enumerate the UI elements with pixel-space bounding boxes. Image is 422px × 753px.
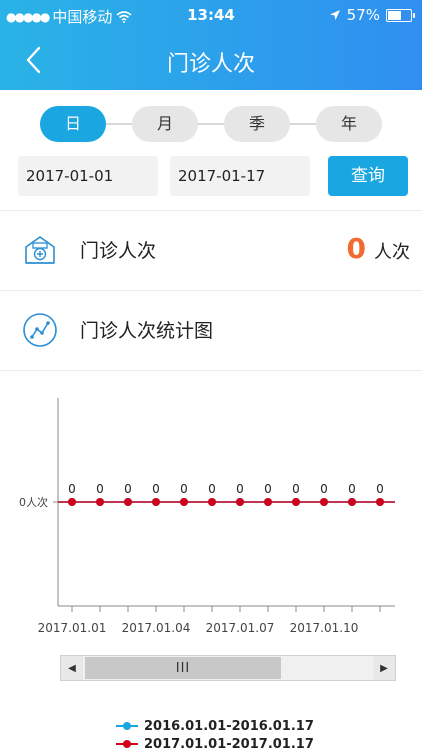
divider [0, 370, 422, 371]
x-tick-label: 2017.01.01 [38, 621, 107, 635]
data-label: 0 [264, 482, 272, 496]
tab-year[interactable]: 年 [316, 106, 382, 142]
summary-value: 0 [346, 232, 366, 265]
legend-marker [116, 739, 138, 749]
tab-day[interactable]: 日 [40, 106, 106, 142]
data-point [68, 498, 76, 506]
data-label: 0 [236, 482, 244, 496]
scroll-right-button[interactable]: ▶ [373, 656, 395, 680]
data-label: 0 [152, 482, 160, 496]
data-point [376, 498, 384, 506]
data-point [348, 498, 356, 506]
data-point [208, 498, 216, 506]
x-tick-label: 2017.01.04 [122, 621, 191, 635]
tab-month[interactable]: 月 [132, 106, 198, 142]
x-tick-label: 2017.01.10 [290, 621, 359, 635]
data-label: 0 [376, 482, 384, 496]
data-label: 0 [208, 482, 216, 496]
chart-legend: 2016.01.01-2016.01.17 2017.01.01-2017.01… [116, 717, 314, 753]
legend-item-previous[interactable]: 2016.01.01-2016.01.17 [116, 717, 314, 735]
scroll-thumb[interactable]: III [85, 657, 281, 679]
legend-marker [116, 721, 138, 731]
start-date-field[interactable]: 2017-01-01 [18, 156, 158, 196]
location-arrow-icon [329, 10, 340, 20]
data-point [152, 498, 160, 506]
hospital-icon [25, 236, 55, 264]
data-point [96, 498, 104, 506]
y-tick-label: 0人次 [19, 495, 48, 509]
app-header: ●●●●● 中国移动 13:44 57% 门诊人次 [0, 0, 422, 90]
nav-bar: 门诊人次 [0, 30, 422, 90]
data-label: 0 [124, 482, 132, 496]
legend-label: 2016.01.01-2016.01.17 [144, 718, 314, 734]
chart-scrollbar[interactable]: ◀ III ▶ [60, 655, 396, 681]
scroll-left-button[interactable]: ◀ [61, 656, 83, 680]
data-label: 0 [180, 482, 188, 496]
chart-section-row: 门诊人次统计图 [0, 290, 422, 370]
tab-connector-line [70, 123, 352, 125]
tab-quarter[interactable]: 季 [224, 106, 290, 142]
data-label: 0 [68, 482, 76, 496]
data-label: 0 [320, 482, 328, 496]
data-point [320, 498, 328, 506]
data-label: 0 [96, 482, 104, 496]
summary-row: 门诊人次 0 人次 [0, 210, 422, 290]
battery-percent: 57% [346, 6, 380, 24]
data-point [124, 498, 132, 506]
data-point [292, 498, 300, 506]
x-tick-label: 2017.01.07 [206, 621, 275, 635]
data-point [236, 498, 244, 506]
legend-item-current[interactable]: 2017.01.01-2017.01.17 [116, 735, 314, 753]
visits-line-chart: 0人次 2017.01.01 2017.01.04 2017.01.07 2017.01… [19, 398, 395, 635]
period-tabs: 日 月 季 年 [40, 106, 382, 142]
date-filter-row: 2017-01-01 2017-01-17 查询 [18, 156, 408, 196]
end-date-field[interactable]: 2017-01-17 [170, 156, 310, 196]
line-chart-icon [23, 313, 57, 347]
battery-icon [386, 8, 415, 22]
summary-label: 门诊人次 [80, 240, 157, 262]
chart-section-label: 门诊人次统计图 [80, 320, 214, 342]
status-bar: ●●●●● 中国移动 13:44 57% [0, 0, 422, 30]
data-point [264, 498, 272, 506]
query-button[interactable]: 查询 [328, 156, 408, 196]
data-label: 0 [348, 482, 356, 496]
data-label: 0 [292, 482, 300, 496]
page-title: 门诊人次 [166, 52, 255, 77]
legend-label: 2017.01.01-2017.01.17 [144, 736, 314, 752]
summary-unit: 人次 [374, 242, 410, 263]
data-point [180, 498, 188, 506]
